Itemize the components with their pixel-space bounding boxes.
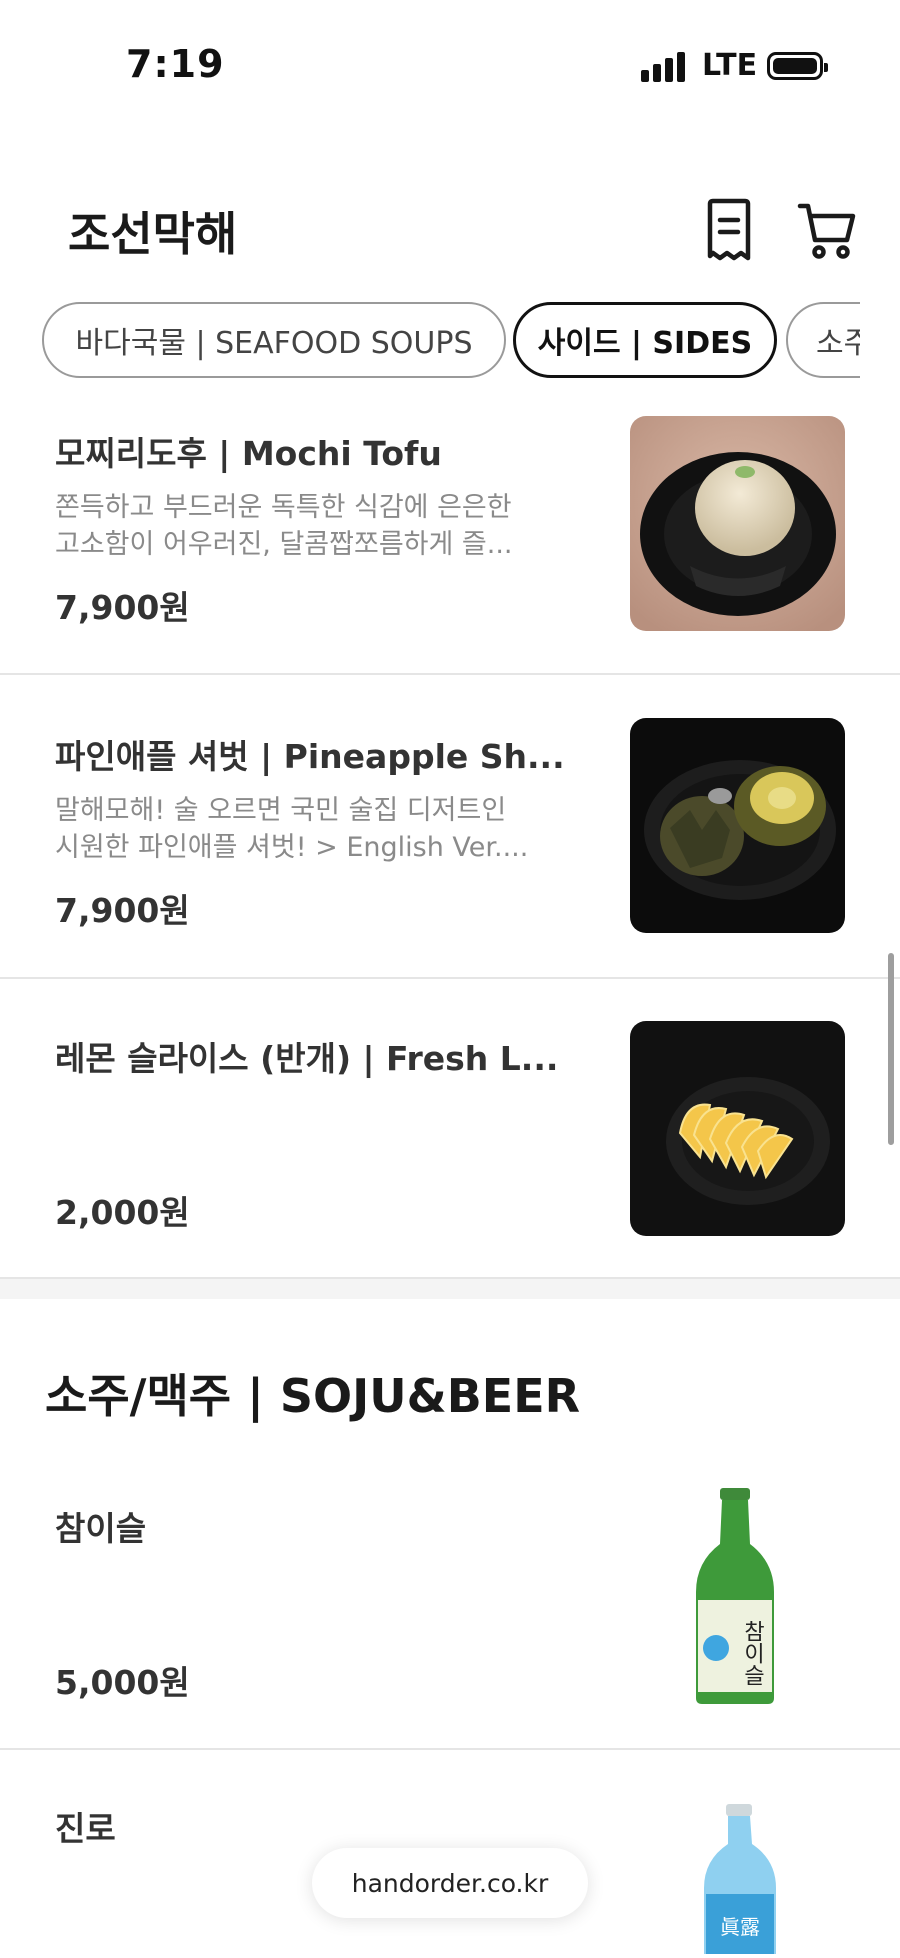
- item-description-line: 고소함이 어우러진, 달콤짭쪼름하게 즐...: [55, 529, 513, 560]
- menu-item-pineapple-sherbet[interactable]: 파인애플 셔벗 | Pineapple Sh... 말해모해! 술 오르면 국민…: [0, 675, 900, 977]
- item-photo-lemon: [630, 1021, 845, 1236]
- item-name: 레몬 슬라이스 (반개) | Fresh L...: [55, 1039, 559, 1078]
- store-title: 조선막해: [68, 207, 238, 261]
- item-price: 5,000원: [55, 1663, 190, 1702]
- jinro-label-text: 眞露: [720, 1915, 760, 1939]
- menu-item-lemon-slice[interactable]: 레몬 슬라이스 (반개) | Fresh L... 2,000원: [0, 979, 900, 1277]
- item-name: 진로: [55, 1809, 116, 1848]
- battery-icon: [767, 52, 828, 80]
- item-photo-pineapple: [630, 718, 845, 933]
- receipt-icon[interactable]: [700, 198, 762, 264]
- item-photo-mochi-tofu: [630, 416, 845, 631]
- item-name: 모찌리도후 | Mochi Tofu: [55, 434, 442, 473]
- signal-icon: [641, 52, 687, 82]
- item-name: 참이슬: [55, 1509, 147, 1548]
- scrollbar[interactable]: [888, 953, 894, 1145]
- item-price: 7,900원: [55, 588, 190, 627]
- item-description-line: 말해모해! 술 오르면 국민 술집 디저트인: [55, 795, 507, 826]
- domain-pill: handorder.co.kr: [312, 1848, 588, 1918]
- menu-item-mochi-tofu[interactable]: 모찌리도후 | Mochi Tofu 쫀득하고 부드러운 독특한 식감에 은은한…: [0, 395, 900, 673]
- category-tabs: 바다국물 | SEAFOOD SOUPS 사이드 | SIDES 소주: [0, 302, 860, 382]
- item-photo-chamisul-bottle: 참이슬: [690, 1488, 780, 1706]
- item-price: 7,900원: [55, 891, 190, 930]
- status-bar: 7:19 LTE: [0, 0, 900, 120]
- status-time: 7:19: [126, 42, 225, 86]
- section-gap: [0, 1279, 900, 1299]
- section-title-soju-beer: 소주/맥주 | SOJU&BEER: [45, 1369, 581, 1423]
- item-price: 2,000원: [55, 1193, 190, 1232]
- tab-sides[interactable]: 사이드 | SIDES: [513, 302, 777, 378]
- tab-seafood-soups[interactable]: 바다국물 | SEAFOOD SOUPS: [42, 302, 506, 378]
- item-photo-jinro-bottle: 眞露: [700, 1804, 780, 1954]
- chamisul-label-text: 참이슬: [740, 1620, 765, 1686]
- cart-icon[interactable]: [797, 198, 859, 264]
- item-name: 파인애플 셔벗 | Pineapple Sh...: [55, 737, 565, 776]
- item-description-line: 쫀득하고 부드러운 독특한 식감에 은은한: [55, 492, 512, 523]
- network-label: LTE: [702, 48, 758, 83]
- tab-soju[interactable]: 소주: [786, 302, 860, 378]
- item-description: 말해모해! 술 오르면 국민 술집 디저트인 시원한 파인애플 셔벗! > En…: [55, 792, 535, 866]
- item-description: 쫀득하고 부드러운 독특한 식감에 은은한 고소함이 어우러진, 달콤짭쪼름하게…: [55, 489, 535, 563]
- menu-item-chamisul[interactable]: 참이슬 5,000원 참이슬: [0, 1470, 900, 1746]
- item-description-line: 시원한 파인애플 셔벗! > English Ver....: [55, 832, 529, 863]
